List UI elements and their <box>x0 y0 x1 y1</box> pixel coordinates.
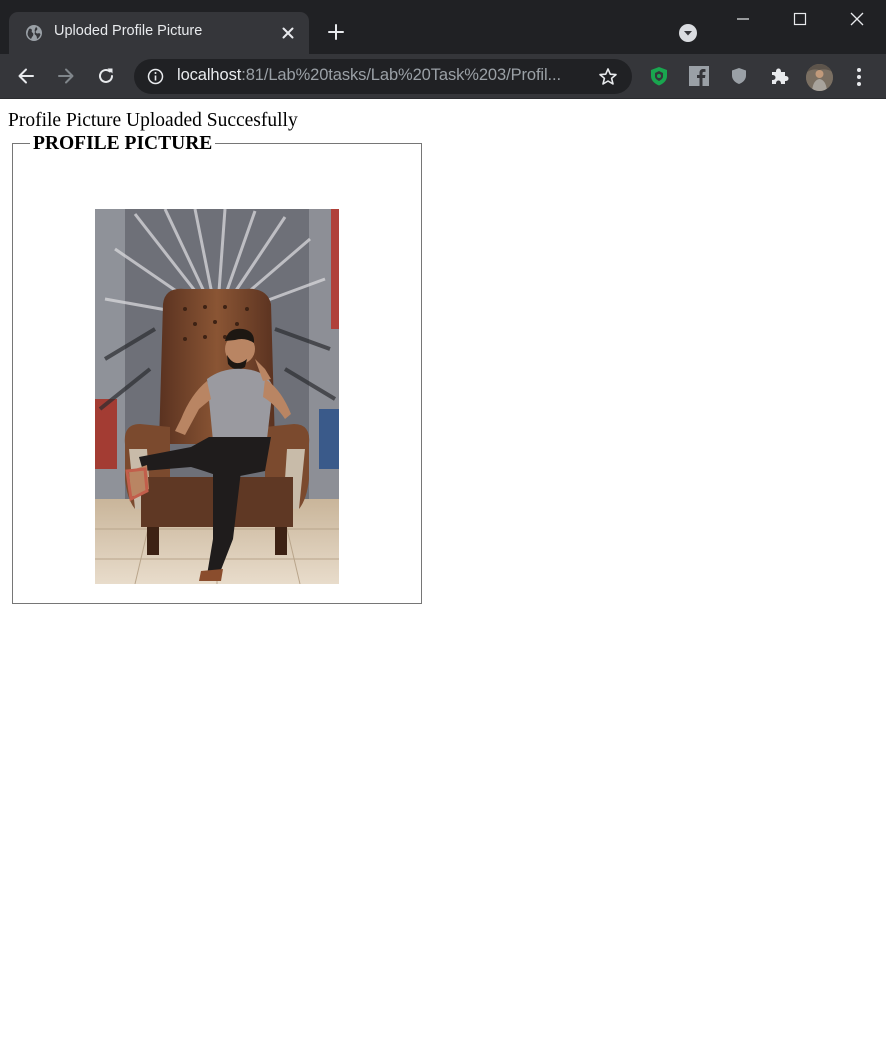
shield-icon[interactable] <box>728 65 750 87</box>
upload-success-message: Profile Picture Uploaded Succesfully <box>8 110 298 131</box>
globe-icon <box>26 25 42 41</box>
more-vertical-icon[interactable] <box>848 65 870 89</box>
address-bar[interactable]: localhost:81/Lab%20tasks/Lab%20Task%203/… <box>134 59 632 94</box>
close-icon[interactable] <box>279 24 297 42</box>
browser-tab[interactable]: Uploded Profile Picture <box>9 12 309 54</box>
profile-photo <box>95 209 339 584</box>
close-icon[interactable] <box>829 0 886 38</box>
arrow-right-icon[interactable] <box>55 65 77 87</box>
url-host: localhost <box>177 66 242 84</box>
chevron-down-circle-icon[interactable] <box>678 23 698 43</box>
reload-icon[interactable] <box>95 65 117 87</box>
browser-toolbar: localhost:81/Lab%20tasks/Lab%20Task%203/… <box>0 54 886 99</box>
facebook-icon[interactable] <box>688 65 710 87</box>
url-text[interactable]: localhost:81/Lab%20tasks/Lab%20Task%203/… <box>177 66 561 85</box>
url-path: :81/Lab%20tasks/Lab%20Task%203/Profil... <box>241 66 562 84</box>
profile-avatar-image <box>806 64 833 91</box>
maximize-icon[interactable] <box>772 0 829 38</box>
adblock-icon[interactable] <box>648 65 670 87</box>
tab-strip: Uploded Profile Picture <box>0 0 886 54</box>
fieldset-legend: PROFILE PICTURE <box>30 133 216 155</box>
avatar[interactable] <box>806 64 833 91</box>
profile-picture-fieldset: PROFILE PICTURE <box>12 133 422 604</box>
tab-title: Uploded Profile Picture <box>54 23 203 39</box>
minimize-icon[interactable] <box>715 0 772 38</box>
star-icon[interactable] <box>598 67 618 87</box>
arrow-left-icon[interactable] <box>15 65 37 87</box>
plus-icon[interactable] <box>326 22 346 42</box>
puzzle-icon[interactable] <box>768 65 790 87</box>
info-icon[interactable] <box>147 68 164 85</box>
